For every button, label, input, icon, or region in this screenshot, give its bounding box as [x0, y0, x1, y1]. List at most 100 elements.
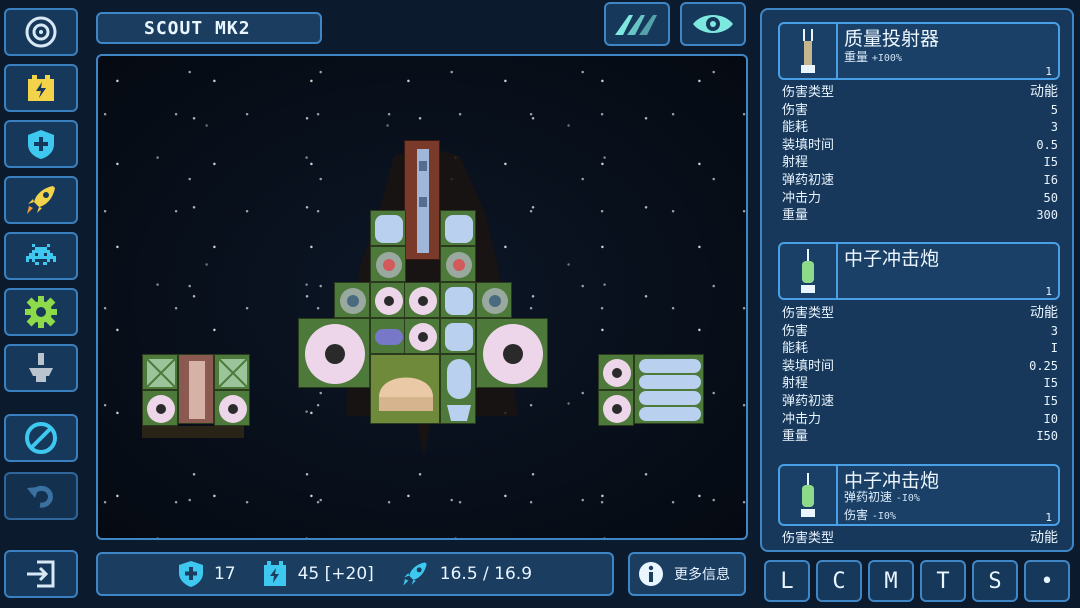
stat-label: 能耗 — [782, 120, 809, 136]
stat-row: 射程 I5 — [782, 154, 1058, 172]
stat-row: 伤害类型 动能 — [782, 305, 1058, 323]
stat-value: I0 — [1043, 411, 1058, 426]
stat-value: I5 — [1043, 393, 1058, 408]
shield-stat: 17 — [178, 560, 236, 588]
module-capsule[interactable] — [370, 318, 406, 354]
stat-row: 重量 I50 — [782, 428, 1058, 446]
stat-row: 弹药初速 I5 — [782, 393, 1058, 411]
module-tank[interactable] — [440, 282, 476, 318]
module-tank[interactable] — [440, 210, 476, 246]
filter-tab-large[interactable]: L — [764, 560, 810, 602]
energy-button[interactable] — [4, 64, 78, 112]
drones-button[interactable] — [4, 344, 78, 392]
module-tank-stack[interactable] — [634, 354, 704, 424]
exit-icon — [27, 560, 55, 588]
module-gear[interactable] — [440, 246, 476, 282]
ship-name: SCOUT MK2 — [96, 12, 322, 44]
ship-editor-viewport[interactable] — [96, 54, 748, 540]
module-tank[interactable] — [370, 210, 406, 246]
module-name: 中子冲击炮 — [844, 248, 940, 270]
module-tank[interactable] — [440, 318, 476, 354]
module-radiation[interactable] — [370, 282, 406, 318]
stat-row: 能耗 I — [782, 340, 1058, 358]
stat-value: 动能 — [1030, 530, 1058, 546]
battery-icon — [263, 561, 286, 586]
stat-value: 3 — [1050, 323, 1058, 338]
more-info-button[interactable]: 更多信息 — [628, 552, 746, 596]
filter-tab-medium[interactable]: M — [868, 560, 914, 602]
module-radiation[interactable] — [214, 390, 250, 426]
module-radiation[interactable] — [598, 354, 634, 390]
stat-value: 动能 — [1030, 84, 1058, 100]
target-button[interactable] — [4, 8, 78, 56]
stat-label: 装填时间 — [782, 358, 835, 374]
stat-label: 冲击力 — [782, 190, 822, 206]
shield-icon — [178, 561, 203, 587]
stat-row: 弹药初速 I6 — [782, 172, 1058, 190]
module-armor[interactable] — [142, 354, 178, 390]
module-card-neutron-cannon[interactable]: 中子冲击炮 1 — [778, 242, 1060, 300]
rocket-icon — [27, 186, 55, 214]
stat-row: 伤害 5 — [782, 102, 1058, 120]
module-big-radiation[interactable] — [476, 318, 548, 388]
module-stats: 伤害类型 动能 伤害 3 能耗 I 装填时间 0.25 射程 I5 弹药初速 I5 冲击力 I0 重量 I50 — [782, 305, 1058, 446]
stat-value: I5 — [1043, 376, 1058, 391]
filter-tab-t[interactable]: T — [920, 560, 966, 602]
module-card-mass-driver[interactable]: 质量投射器 重量 +I00% 1 — [778, 22, 1060, 80]
stat-value: 300 — [1036, 208, 1058, 223]
systems-button[interactable] — [4, 288, 78, 336]
wings-toggle[interactable] — [604, 2, 670, 46]
module-card-neutron-cannon-variant[interactable]: 中子冲击炮 弹药初速 -I0% 伤害 -I0% 1 — [778, 464, 1060, 526]
stat-value: 50 — [1043, 190, 1058, 205]
stat-value: 0.5 — [1036, 137, 1058, 152]
module-reactor[interactable] — [476, 282, 512, 318]
engine-button[interactable] — [4, 176, 78, 224]
stat-label: 伤害类型 — [782, 531, 835, 546]
shield-button[interactable] — [4, 120, 78, 168]
module-qty: 1 — [1045, 511, 1052, 524]
stat-row: 伤害 3 — [782, 323, 1058, 341]
module-list-panel[interactable]: 质量投射器 重量 +I00% 1 伤害类型 动能 伤害 5 能耗 3 装填时间 0.5 射程 I5… — [760, 8, 1074, 552]
module-engine[interactable] — [178, 354, 214, 424]
neutron-cannon-icon — [780, 466, 838, 524]
stat-value: 3 — [1050, 120, 1058, 135]
eye-icon — [693, 15, 733, 33]
stat-value: I6 — [1043, 172, 1058, 187]
shield-icon — [28, 130, 54, 159]
prohibit-icon — [25, 422, 57, 454]
filter-tab-more[interactable]: • — [1024, 560, 1070, 602]
module-armor[interactable] — [214, 354, 250, 390]
module-qty: 1 — [1045, 65, 1052, 78]
filter-tab-c[interactable]: C — [816, 560, 862, 602]
stat-label: 伤害 — [782, 323, 809, 339]
weapons-button[interactable] — [4, 232, 78, 280]
module-reactor[interactable] — [334, 282, 370, 318]
module-radiation[interactable] — [404, 318, 440, 354]
target-icon — [25, 16, 57, 48]
stat-row: 能耗 3 — [782, 119, 1058, 137]
module-dome[interactable] — [370, 354, 440, 424]
clear-button[interactable] — [4, 414, 78, 462]
module-big-radiation[interactable] — [298, 318, 370, 388]
stat-row: 重量 300 — [782, 207, 1058, 225]
module-radiation[interactable] — [142, 390, 178, 426]
battery-icon — [28, 75, 54, 101]
filter-tab-small[interactable]: S — [972, 560, 1018, 602]
undo-button[interactable] — [4, 472, 78, 520]
exit-button[interactable] — [4, 550, 78, 598]
view-toggle[interactable] — [680, 2, 746, 46]
stat-value: I5 — [1043, 155, 1058, 170]
mass-driver-module[interactable] — [404, 140, 440, 260]
mass-driver-icon — [780, 24, 838, 78]
module-modifier: 重量 +I00% — [844, 50, 902, 64]
info-icon — [639, 562, 663, 586]
module-cockpit[interactable] — [440, 354, 476, 424]
stat-label: 弹药初速 — [782, 172, 835, 188]
stat-value: I — [1050, 341, 1058, 356]
energy-stat: 45 [+20] — [262, 560, 374, 588]
ship-stats-bar: 17 45 [+20] 16.5 / 16.9 — [96, 552, 614, 596]
module-radiation[interactable] — [598, 390, 634, 426]
module-gear[interactable] — [370, 246, 406, 282]
module-radiation[interactable] — [404, 282, 440, 318]
undo-icon — [27, 485, 53, 508]
